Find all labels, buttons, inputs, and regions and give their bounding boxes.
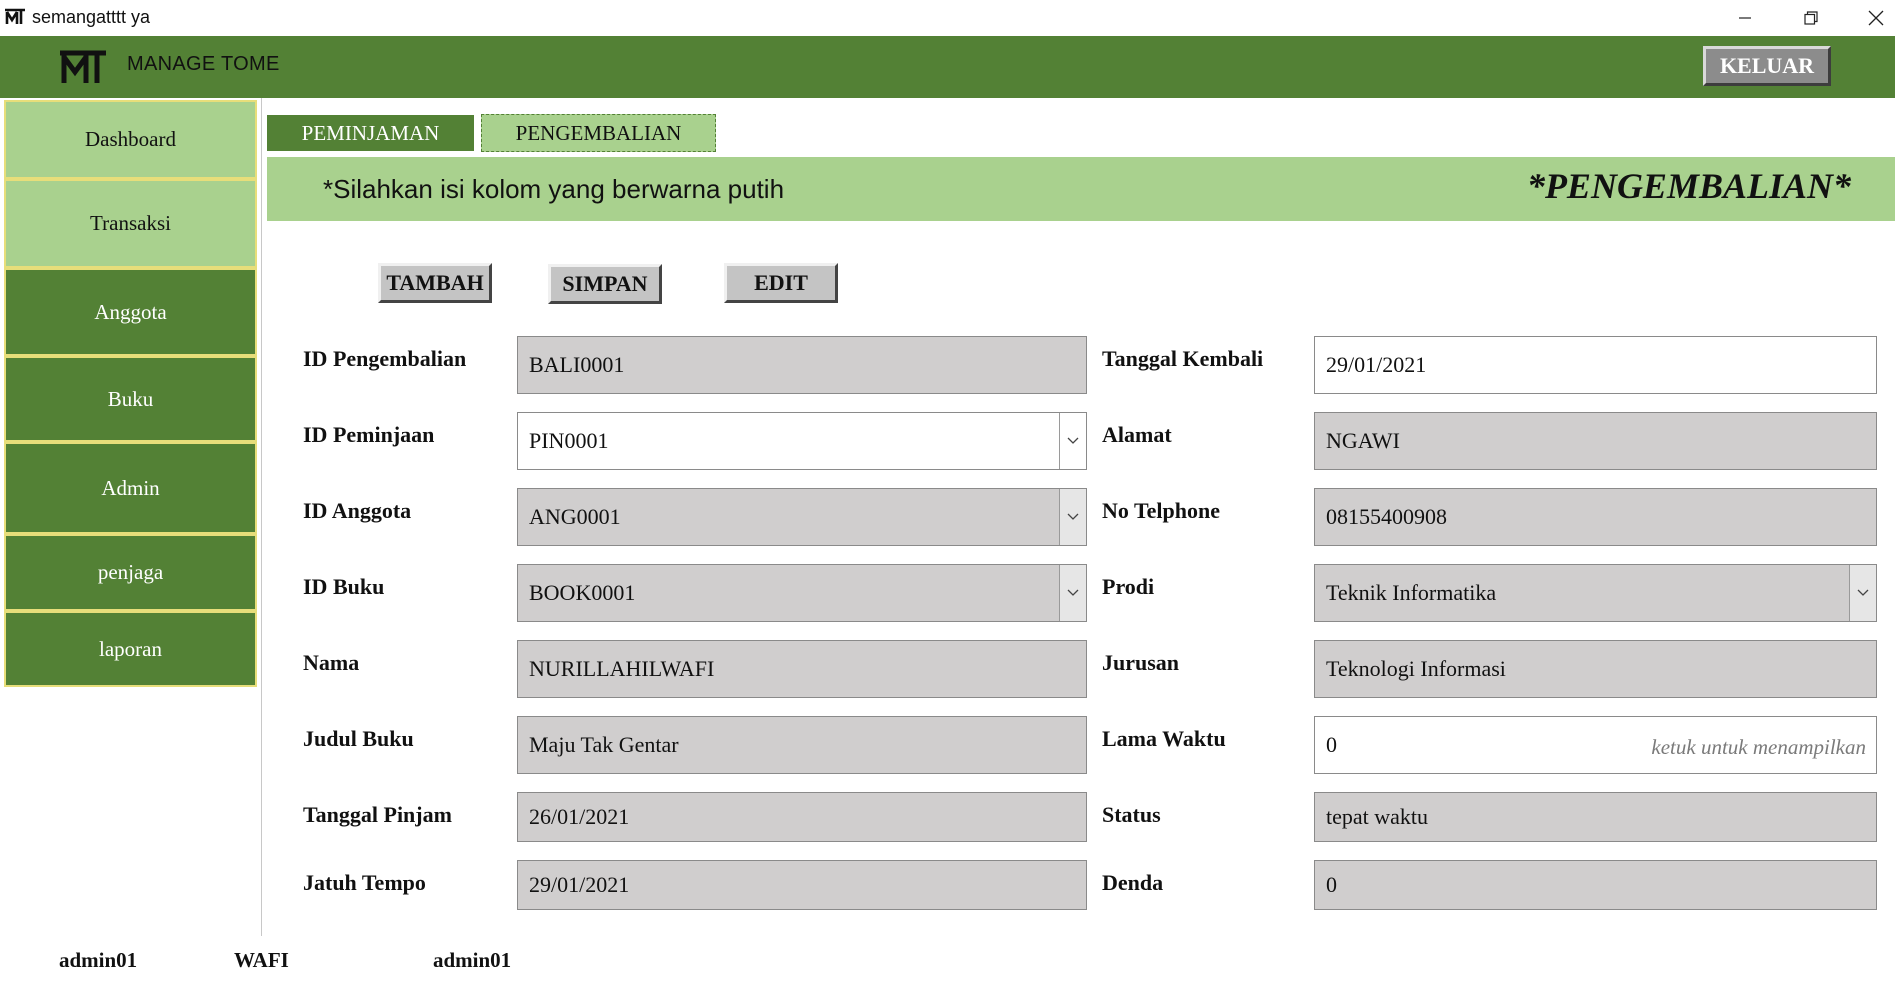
window-titlebar: semangatttt ya: [0, 0, 1895, 36]
footer-user-role: admin01: [433, 948, 512, 972]
id-peminjaan-label: ID Peminjaan: [303, 422, 435, 447]
lama-waktu-field[interactable]: 0 ketuk untuk menampilkan: [1314, 716, 1877, 774]
id-anggota-combo[interactable]: ANG0001: [517, 488, 1087, 546]
sidebar-item-laporan[interactable]: laporan: [4, 611, 257, 687]
judul-buku-field[interactable]: Maju Tak Gentar: [517, 716, 1087, 774]
sidebar-item-admin[interactable]: Admin: [4, 442, 257, 534]
prodi-combo[interactable]: Teknik Informatika: [1314, 564, 1877, 622]
add-button[interactable]: TAMBAH: [378, 263, 492, 303]
chevron-down-icon: [1067, 589, 1079, 596]
alamat-field[interactable]: NGAWI: [1314, 412, 1877, 470]
judul-buku-label: Judul Buku: [303, 726, 414, 751]
status-field[interactable]: tepat waktu: [1314, 792, 1877, 842]
tanggal-kembali-field[interactable]: 29/01/2021: [1314, 336, 1877, 394]
lama-waktu-hint: ketuk untuk menampilkan: [1651, 735, 1866, 759]
form-banner: *Silahkan isi kolom yang berwarna putih …: [267, 157, 1895, 221]
edit-button[interactable]: EDIT: [724, 263, 838, 303]
sidebar-item-anggota[interactable]: Anggota: [4, 268, 257, 356]
lama-waktu-value: 0: [1326, 732, 1337, 757]
id-buku-combo[interactable]: BOOK0001: [517, 564, 1087, 622]
id-buku-value: BOOK0001: [529, 580, 636, 605]
nama-field[interactable]: NURILLAHILWAFI: [517, 640, 1087, 698]
footer-user-id: admin01: [59, 948, 138, 972]
save-button[interactable]: SIMPAN: [548, 264, 662, 304]
sidebar-item-dashboard[interactable]: Dashboard: [4, 100, 257, 179]
status-label: Status: [1102, 802, 1161, 827]
dropdown-arrow[interactable]: [1059, 413, 1086, 469]
sidebar-item-buku[interactable]: Buku: [4, 356, 257, 442]
id-anggota-label: ID Anggota: [303, 498, 412, 523]
window-title: semangatttt ya: [32, 7, 151, 27]
jatuh-tempo-field[interactable]: 29/01/2021: [517, 860, 1087, 910]
denda-label: Denda: [1102, 870, 1164, 895]
app-header: MANAGE TOME KELUAR: [0, 36, 1895, 98]
jurusan-label: Jurusan: [1102, 650, 1180, 675]
manage-tome-logo-icon: [58, 49, 108, 85]
denda-field[interactable]: 0: [1314, 860, 1877, 910]
app-title: MANAGE TOME: [127, 53, 280, 75]
instruction-text: *Silahkan isi kolom yang berwarna putih: [323, 174, 785, 204]
id-peminjaan-combo[interactable]: PIN0001: [517, 412, 1087, 470]
jatuh-tempo-label: Jatuh Tempo: [303, 870, 426, 895]
sidebar: Dashboard Transaksi Anggota Buku Admin p…: [0, 98, 262, 936]
tanggal-pinjam-field[interactable]: 26/01/2021: [517, 792, 1087, 842]
footer-user-name: WAFI: [234, 948, 289, 972]
tab-pengembalian[interactable]: PENGEMBALIAN: [481, 114, 716, 152]
chevron-down-icon: [1857, 589, 1869, 596]
prodi-label: Prodi: [1102, 574, 1155, 599]
id-buku-label: ID Buku: [303, 574, 385, 599]
chevron-down-icon: [1067, 437, 1079, 444]
sidebar-item-penjaga[interactable]: penjaga: [4, 534, 257, 611]
restore-icon: [1804, 11, 1818, 25]
page-title: *PENGEMBALIAN*: [1526, 166, 1851, 206]
tanggal-kembali-label: Tanggal Kembali: [1102, 346, 1264, 371]
jurusan-field[interactable]: Teknologi Informasi: [1314, 640, 1877, 698]
minimize-icon: [1739, 17, 1751, 19]
lama-waktu-label: Lama Waktu: [1102, 726, 1226, 751]
restore-button[interactable]: [1786, 0, 1836, 36]
id-anggota-value: ANG0001: [529, 504, 621, 529]
id-pengembalian-label: ID Pengembalian: [303, 346, 467, 371]
close-button[interactable]: [1856, 0, 1895, 36]
alamat-label: Alamat: [1102, 422, 1172, 447]
id-pengembalian-field[interactable]: BALI0001: [517, 336, 1087, 394]
no-telphone-label: No Telphone: [1102, 498, 1220, 523]
logout-button[interactable]: KELUAR: [1703, 46, 1831, 86]
prodi-value: Teknik Informatika: [1326, 580, 1497, 605]
id-peminjaan-value: PIN0001: [529, 428, 609, 453]
app-logo-icon: [4, 8, 26, 26]
dropdown-arrow[interactable]: [1849, 565, 1876, 621]
nama-label: Nama: [303, 650, 360, 675]
no-telphone-field[interactable]: 08155400908: [1314, 488, 1877, 546]
dropdown-arrow[interactable]: [1059, 565, 1086, 621]
dropdown-arrow[interactable]: [1059, 489, 1086, 545]
chevron-down-icon: [1067, 513, 1079, 520]
tanggal-pinjam-label: Tanggal Pinjam: [303, 802, 452, 827]
sidebar-item-transaksi[interactable]: Transaksi: [4, 179, 257, 268]
tab-peminjaman[interactable]: PEMINJAMAN: [267, 115, 474, 151]
minimize-button[interactable]: [1720, 0, 1770, 36]
close-icon: [1868, 10, 1883, 26]
